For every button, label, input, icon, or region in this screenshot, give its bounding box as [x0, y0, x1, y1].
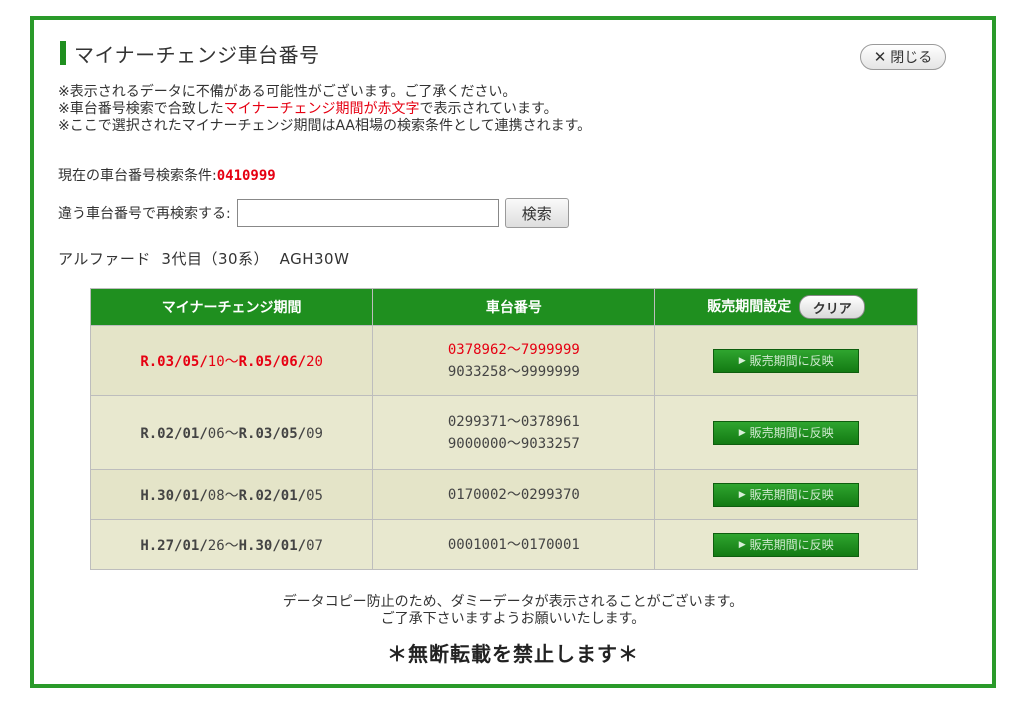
play-icon: ▶	[738, 539, 746, 550]
notice-highlight: マイナーチェンジ期間が赤文字	[223, 101, 420, 117]
notice-line-2: ※車台番号検索で合致したマイナーチェンジ期間が赤文字で表示されています。	[58, 101, 558, 117]
model-name: アルファード 3代目（30系） AGH30W	[58, 250, 350, 268]
apply-sales-period-button[interactable]: ▶ 販売期間に反映	[713, 532, 860, 557]
minor-change-table: マイナーチェンジ期間 車台番号 販売期間設定 クリア R.03/05/10〜R.0…	[89, 288, 918, 570]
apply-sales-period-button[interactable]: ▶ 販売期間に反映	[713, 482, 860, 507]
serial-cell: 0170002〜0299370	[372, 469, 656, 520]
notice-line-1: ※表示されるデータに不備がある可能性がございます。ご了承ください。	[58, 84, 517, 100]
dialog-frame: マイナーチェンジ車台番号 ✕ 閉じる ※表示されるデータに不備がある可能性がござ…	[30, 16, 996, 688]
current-condition-label: 現在の車台番号検索条件:	[58, 168, 217, 184]
header-sales-period: 販売期間設定 クリア	[654, 288, 918, 326]
period-cell: H.27/01/26〜H.30/01/07	[89, 519, 374, 570]
apply-sales-period-button[interactable]: ▶ 販売期間に反映	[713, 420, 860, 445]
search-button[interactable]: 検索	[504, 198, 569, 228]
page-title: マイナーチェンジ車台番号	[60, 40, 320, 67]
serial-cell: 0001001〜0170001	[372, 519, 656, 570]
table-row: R.03/05/10〜R.05/06/20 0378962〜7999999 90…	[89, 325, 918, 396]
clear-button[interactable]: クリア	[799, 295, 866, 319]
title-accent-bar	[60, 41, 66, 65]
header-period: マイナーチェンジ期間	[89, 288, 374, 326]
period-cell: R.02/01/06〜R.03/05/09	[89, 395, 374, 470]
current-condition-value: 0410999	[216, 168, 276, 184]
page-title-text: マイナーチェンジ車台番号	[74, 42, 320, 67]
close-button-label: 閉じる	[890, 50, 933, 66]
table-row: H.27/01/26〜H.30/01/07 0001001〜0170001 ▶ 販…	[89, 519, 918, 570]
no-reproduction-warning: ＊無断転載を禁止します＊	[387, 642, 639, 666]
serial-search-input[interactable]	[236, 199, 499, 227]
apply-cell: ▶ 販売期間に反映	[654, 325, 918, 396]
header-serial: 車台番号	[372, 288, 656, 326]
apply-cell: ▶ 販売期間に反映	[654, 395, 918, 470]
play-icon: ▶	[738, 427, 746, 438]
play-icon: ▶	[738, 355, 746, 366]
apply-sales-period-button[interactable]: ▶ 販売期間に反映	[713, 348, 860, 373]
serial-cell: 0378962〜7999999 9033258〜9999999	[372, 325, 656, 396]
serial-cell: 0299371〜0378961 9000000〜9033257	[372, 395, 656, 470]
table-row: R.02/01/06〜R.03/05/09 0299371〜0378961 90…	[89, 395, 918, 470]
notice-line-3: ※ここで選択されたマイナーチェンジ期間はAA相場の検索条件として連携されます。	[58, 118, 592, 134]
research-label: 違う車台番号で再検索する:	[58, 206, 231, 222]
current-condition: 現在の車台番号検索条件:0410999	[58, 165, 276, 185]
table-row: H.30/01/08〜R.02/01/05 0170002〜0299370 ▶ 販…	[89, 469, 918, 520]
play-icon: ▶	[738, 489, 746, 500]
period-cell: R.03/05/10〜R.05/06/20	[89, 325, 374, 396]
close-icon: ✕	[873, 48, 887, 66]
research-row: 違う車台番号で再検索する: 検索	[58, 198, 569, 228]
apply-cell: ▶ 販売期間に反映	[654, 519, 918, 570]
apply-cell: ▶ 販売期間に反映	[654, 469, 918, 520]
period-cell: H.30/01/08〜R.02/01/05	[89, 469, 374, 520]
notice-text: ※表示されるデータに不備がある可能性がございます。ご了承ください。 ※車台番号検…	[58, 84, 591, 135]
close-button[interactable]: ✕ 閉じる	[860, 44, 946, 70]
table-header-row: マイナーチェンジ期間 車台番号 販売期間設定 クリア	[89, 288, 918, 326]
copy-protection-notice: データコピー防止のため、ダミーデータが表示されることがございます。 ご了承下さい…	[282, 594, 744, 627]
